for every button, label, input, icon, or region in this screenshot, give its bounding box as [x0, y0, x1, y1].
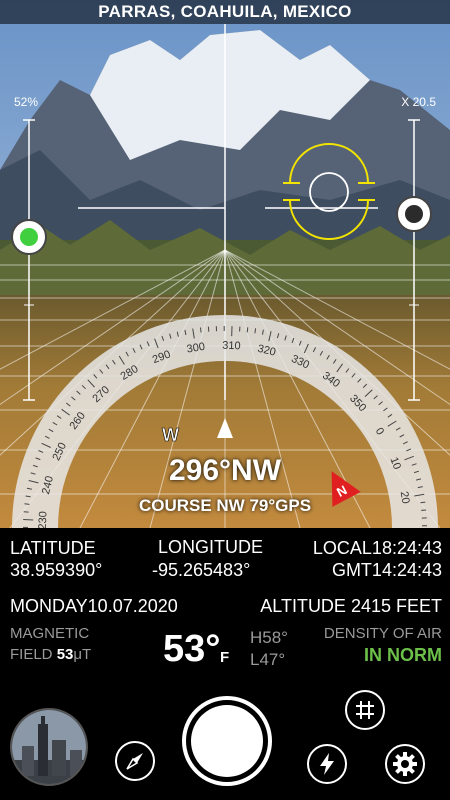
magnetic-field: FIELD 53μT	[10, 646, 92, 663]
magnetic-label: MAGNETIC	[10, 625, 90, 642]
dial-tick-mark	[254, 328, 257, 334]
temperature-low: L47°	[250, 650, 286, 669]
temperature-unit: F	[220, 649, 230, 666]
dial-tick-mark	[200, 327, 202, 333]
shutter-icon[interactable]	[182, 696, 272, 786]
date: MONDAY10.07.2020	[10, 596, 178, 616]
temperature-high: H58°	[250, 628, 288, 647]
altitude: ALTITUDE 2415 FEET	[260, 596, 442, 616]
air-density-label: DENSITY OF AIR	[323, 625, 442, 642]
grid-icon[interactable]	[345, 690, 385, 730]
dial-tick-mark	[246, 327, 249, 333]
heading-readout: 296°NW	[168, 454, 282, 487]
zoom-slider-handle[interactable]	[396, 196, 432, 232]
gear-icon[interactable]	[385, 744, 425, 784]
zoom-value: X 20.5	[401, 95, 436, 109]
dial-tick-label: 310	[222, 340, 241, 353]
dial-letter-w: W	[162, 425, 179, 445]
dial-tick-mark	[23, 519, 34, 521]
brightness-value: 52%	[14, 95, 39, 109]
latitude-value: 38.959390°	[10, 560, 103, 580]
latitude-label: LATITUDE	[10, 538, 96, 558]
local-time: LOCAL18:24:43	[312, 538, 442, 558]
camera-viewfinder[interactable]: 2102202302402502602702802903003103203303…	[0, 0, 450, 528]
camera-scene: 2102202302402502602702802903003103203303…	[0, 0, 450, 528]
gallery-thumbnail-icon[interactable]	[10, 708, 88, 786]
longitude-label: LONGITUDE	[158, 537, 264, 557]
location-title: PARRAS, COAHUILA, MEXICO	[0, 0, 450, 24]
flash-icon[interactable]	[307, 744, 347, 784]
temperature-value: 53°	[163, 628, 221, 670]
longitude-value: -95.265483°	[152, 560, 251, 580]
brightness-slider-handle[interactable]	[11, 219, 47, 255]
gmt-time: GMT14:24:43	[331, 560, 442, 580]
course-readout: COURSE NW 79°GPS	[138, 496, 312, 515]
compass-icon[interactable]	[115, 741, 155, 781]
air-density-value: IN NORM	[364, 645, 442, 665]
info-panel: LATITUDE 38.959390° LONGITUDE -95.265483…	[0, 528, 450, 800]
